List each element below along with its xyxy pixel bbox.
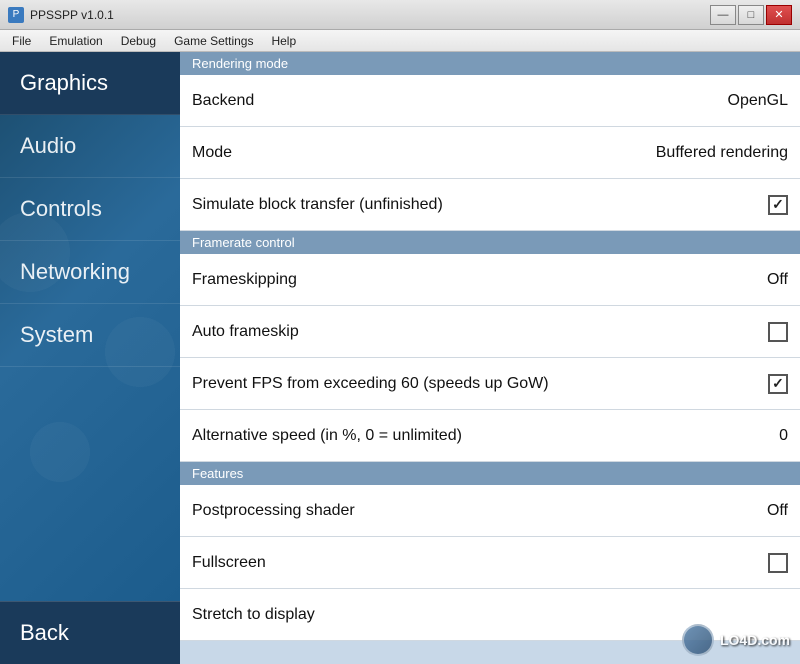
watermark: LO4D.com — [682, 624, 790, 656]
setting-frameskipping[interactable]: Frameskipping Off — [180, 254, 800, 306]
prevent-fps-checkbox[interactable] — [768, 374, 788, 394]
auto-frameskip-checkbox[interactable] — [768, 322, 788, 342]
sidebar-nav: Graphics Audio Controls Networking Syste… — [0, 52, 180, 601]
sidebar-item-system[interactable]: System — [0, 304, 180, 367]
setting-auto-frameskip[interactable]: Auto frameskip — [180, 306, 800, 358]
title-bar: P PPSSPP v1.0.1 — □ ✕ — [0, 0, 800, 30]
title-bar-buttons: — □ ✕ — [710, 5, 792, 25]
menu-debug[interactable]: Debug — [113, 30, 164, 51]
menu-bar: File Emulation Debug Game Settings Help — [0, 30, 800, 52]
menu-help[interactable]: Help — [263, 30, 304, 51]
title-bar-left: P PPSSPP v1.0.1 — [8, 7, 114, 23]
app-icon: P — [8, 7, 24, 23]
section-header-features: Features — [180, 462, 800, 485]
setting-fullscreen[interactable]: Fullscreen — [180, 537, 800, 589]
fullscreen-checkbox[interactable] — [768, 553, 788, 573]
sidebar-item-audio[interactable]: Audio — [0, 115, 180, 178]
setting-prevent-fps[interactable]: Prevent FPS from exceeding 60 (speeds up… — [180, 358, 800, 410]
simulate-block-transfer-checkbox[interactable] — [768, 195, 788, 215]
menu-file[interactable]: File — [4, 30, 39, 51]
sidebar-item-graphics[interactable]: Graphics — [0, 52, 180, 115]
sidebar-item-controls[interactable]: Controls — [0, 178, 180, 241]
menu-game-settings[interactable]: Game Settings — [166, 30, 261, 51]
sidebar-item-networking[interactable]: Networking — [0, 241, 180, 304]
maximize-button[interactable]: □ — [738, 5, 764, 25]
main-content: Graphics Audio Controls Networking Syste… — [0, 52, 800, 664]
watermark-logo — [682, 624, 714, 656]
close-button[interactable]: ✕ — [766, 5, 792, 25]
menu-emulation[interactable]: Emulation — [41, 30, 110, 51]
sidebar: Graphics Audio Controls Networking Syste… — [0, 52, 180, 664]
setting-postprocessing-shader[interactable]: Postprocessing shader Off — [180, 485, 800, 537]
setting-mode[interactable]: Mode Buffered rendering — [180, 127, 800, 179]
back-button[interactable]: Back — [0, 601, 180, 664]
section-header-rendering: Rendering mode — [180, 52, 800, 75]
window-title: PPSSPP v1.0.1 — [30, 8, 114, 22]
setting-simulate-block-transfer[interactable]: Simulate block transfer (unfinished) — [180, 179, 800, 231]
setting-backend[interactable]: Backend OpenGL — [180, 75, 800, 127]
minimize-button[interactable]: — — [710, 5, 736, 25]
watermark-text: LO4D.com — [720, 632, 790, 648]
content-area: Rendering mode Backend OpenGL Mode Buffe… — [180, 52, 800, 664]
setting-alternative-speed[interactable]: Alternative speed (in %, 0 = unlimited) … — [180, 410, 800, 462]
section-header-framerate: Framerate control — [180, 231, 800, 254]
